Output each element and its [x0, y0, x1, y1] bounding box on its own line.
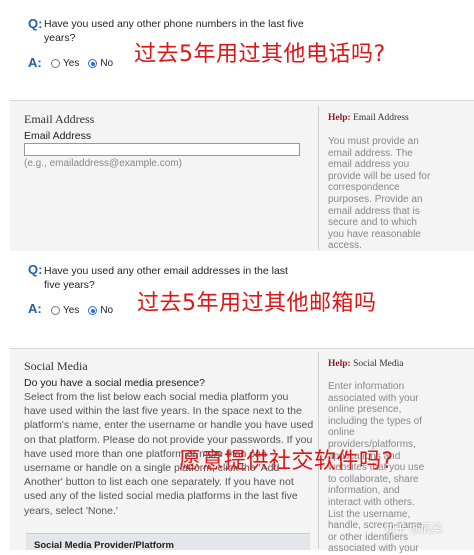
radio-yes[interactable]	[51, 59, 60, 68]
radio-no-label: No	[100, 305, 114, 316]
answer-options: Yes No	[51, 305, 113, 316]
question-marker: Q:	[28, 262, 43, 277]
annotation-overlay: 过去5年用过其他电话吗?	[134, 42, 386, 67]
radio-yes-label: Yes	[63, 58, 80, 69]
radio-no[interactable]	[88, 59, 98, 68]
email-help-title: Help: Email Address	[328, 113, 409, 123]
question-phone: Q: Have you used any other phone numbers…	[0, 0, 474, 100]
email-field[interactable]	[24, 143, 300, 156]
help-title-name: Email Address	[353, 113, 409, 123]
annotation-overlay: 愿意提供社交软件吗?	[179, 449, 394, 474]
email-section-title: Email Address	[24, 112, 95, 126]
email-hint: (e.g., emailaddress@example.com)	[24, 158, 182, 169]
platform-column-header: Social Media Provider/Platform	[34, 540, 174, 551]
radio-yes[interactable]	[51, 306, 60, 315]
answer-marker: A:	[28, 55, 42, 70]
social-platform-table: Social Media Provider/Platform	[26, 533, 310, 551]
radio-no-label: No	[100, 58, 114, 69]
help-title-prefix: Help:	[328, 359, 351, 369]
answer-options: Yes No	[51, 58, 113, 69]
annotation-overlay: 过去5年用过其他邮箱吗	[137, 291, 377, 316]
help-title-prefix: Help:	[328, 113, 351, 123]
question-marker: Q:	[28, 16, 43, 31]
social-help-title: Help: Social Media	[328, 359, 403, 369]
email-field-label: Email Address	[24, 130, 92, 142]
help-title-name: Social Media	[353, 359, 404, 369]
radio-yes-label: Yes	[63, 305, 80, 316]
social-question: Do you have a social media presence?	[24, 377, 205, 389]
radio-no[interactable]	[88, 306, 98, 315]
watermark: 知乎 @辰奚	[384, 522, 443, 535]
email-help-text: You must provide an email address. The e…	[328, 136, 431, 252]
social-section-title: Social Media	[24, 359, 88, 373]
answer-marker: A:	[28, 301, 42, 316]
